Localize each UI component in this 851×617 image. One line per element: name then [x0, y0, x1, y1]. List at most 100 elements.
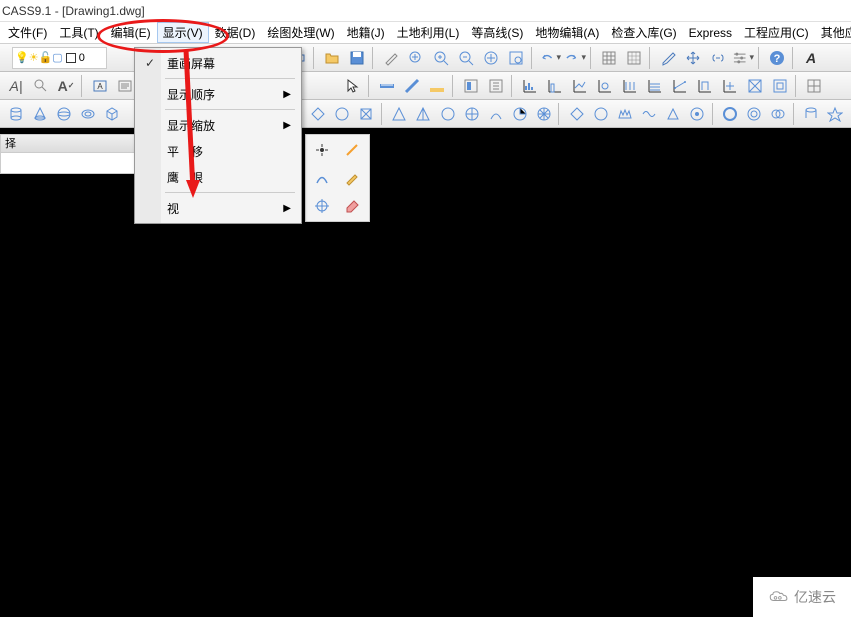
cylinder-icon[interactable] — [4, 102, 27, 126]
shape-diamond2-icon[interactable] — [565, 102, 588, 126]
dd-display-order-label: 显示顺序 — [167, 86, 215, 103]
shape-globe-icon[interactable] — [460, 102, 483, 126]
settings-icon[interactable]: ▾ — [731, 46, 755, 70]
shape-box-icon[interactable] — [355, 102, 378, 126]
dd-display-order[interactable]: 显示顺序 ▶ — [137, 81, 299, 107]
shape-ring-icon[interactable] — [331, 102, 354, 126]
ruler-h-icon[interactable] — [375, 74, 399, 98]
layer-swatch — [66, 53, 76, 63]
shape-wave-icon[interactable] — [638, 102, 661, 126]
shape-star-icon[interactable] — [824, 102, 847, 126]
chart5-icon[interactable] — [618, 74, 642, 98]
shape-circle3-icon[interactable] — [686, 102, 709, 126]
align-left-icon[interactable] — [459, 74, 483, 98]
dd-pan[interactable]: 平 移 — [137, 138, 299, 164]
menu-check-storage[interactable]: 检查入库(G) — [605, 22, 682, 43]
chart8-icon[interactable] — [693, 74, 717, 98]
menu-engineering[interactable]: 工程应用(C) — [738, 22, 815, 43]
pencil-icon[interactable] — [656, 46, 680, 70]
shape-triangle2-icon[interactable] — [412, 102, 435, 126]
ruler-angle-icon[interactable] — [400, 74, 424, 98]
shape-segment-icon[interactable] — [508, 102, 531, 126]
chart2-icon[interactable] — [543, 74, 567, 98]
menu-terrain-edit[interactable]: 地物编辑(A) — [529, 22, 605, 43]
chart7-icon[interactable] — [668, 74, 692, 98]
zoom-window-icon[interactable] — [504, 46, 528, 70]
menu-draw-process[interactable]: 绘图处理(W) — [261, 22, 340, 43]
text-style-icon[interactable]: A✓ — [54, 74, 78, 98]
menu-display[interactable]: 显示(V) — [157, 22, 209, 43]
ruler-v-icon[interactable] — [425, 74, 449, 98]
shape-circle2-icon[interactable] — [589, 102, 612, 126]
shape-triangle-icon[interactable] — [388, 102, 411, 126]
dd-redraw[interactable]: ✓ 重画屏幕 — [137, 50, 299, 76]
menu-tools[interactable]: 工具(T) — [53, 22, 104, 43]
zoom-out-icon[interactable] — [454, 46, 478, 70]
chart12-icon[interactable] — [802, 74, 826, 98]
drawing-area[interactable] — [373, 134, 851, 617]
point-tool-icon[interactable] — [308, 137, 336, 163]
zoom-add-icon[interactable] — [404, 46, 428, 70]
menu-cadastre[interactable]: 地籍(J) — [341, 22, 391, 43]
menu-other[interactable]: 其他应 — [815, 22, 851, 43]
layer-selector[interactable]: 💡 ☀ 🔓 ▢ 0 — [12, 47, 107, 69]
shape-delta-icon[interactable] — [662, 102, 685, 126]
sphere-icon[interactable] — [52, 102, 75, 126]
text-a-icon[interactable]: A — [799, 46, 823, 70]
chart9-icon[interactable] — [718, 74, 742, 98]
multiline-text-icon[interactable]: A — [88, 74, 112, 98]
chart1-icon[interactable] — [518, 74, 542, 98]
menu-data[interactable]: 数据(D) — [209, 22, 262, 43]
shape-ring3-icon[interactable] — [743, 102, 766, 126]
find-text-icon[interactable] — [29, 74, 53, 98]
left-panel-body[interactable] — [1, 153, 137, 173]
grid-icon[interactable] — [622, 46, 646, 70]
dd-display-zoom[interactable]: 显示缩放 ▶ — [137, 112, 299, 138]
shape-crown-icon[interactable] — [613, 102, 636, 126]
shape-ring2-icon[interactable] — [719, 102, 742, 126]
box-icon[interactable] — [100, 102, 123, 126]
shape-cylinder2-icon[interactable] — [800, 102, 823, 126]
open-icon[interactable] — [320, 46, 344, 70]
line-tool-icon[interactable] — [338, 137, 366, 163]
lock-icon: 🔓 — [39, 51, 53, 64]
chart11-icon[interactable] — [768, 74, 792, 98]
cone-icon[interactable] — [28, 102, 51, 126]
undo-icon[interactable]: ▾ — [538, 46, 562, 70]
torus-icon[interactable] — [76, 102, 99, 126]
shape-arc-icon[interactable] — [484, 102, 507, 126]
menu-contour[interactable]: 等高线(S) — [465, 22, 529, 43]
chart3-icon[interactable] — [568, 74, 592, 98]
crosshair-tool-icon[interactable] — [308, 193, 336, 219]
shape-circle-icon[interactable] — [436, 102, 459, 126]
menu-file[interactable]: 文件(F) — [2, 22, 53, 43]
pencil-tool-icon[interactable] — [338, 165, 366, 191]
shape-wheel-icon[interactable] — [532, 102, 555, 126]
zoom-in-icon[interactable] — [429, 46, 453, 70]
redo-icon[interactable]: ▾ — [563, 46, 587, 70]
menu-edit[interactable]: 编辑(E) — [105, 22, 157, 43]
chart4-icon[interactable] — [593, 74, 617, 98]
zoom-extents-icon[interactable] — [479, 46, 503, 70]
dd-redraw-label: 重画屏幕 — [167, 55, 215, 72]
help-icon[interactable]: ? — [765, 46, 789, 70]
link-icon[interactable] — [706, 46, 730, 70]
cursor-icon[interactable] — [341, 74, 365, 98]
menu-land-use[interactable]: 土地利用(L) — [391, 22, 466, 43]
move-icon[interactable] — [681, 46, 705, 70]
dd-view[interactable]: 视 ▶ — [137, 195, 299, 221]
curve-tool-icon[interactable] — [308, 165, 336, 191]
chart10-icon[interactable] — [743, 74, 767, 98]
title-bar: CASS9.1 - [Drawing1.dwg] — [0, 0, 851, 22]
table-icon[interactable] — [597, 46, 621, 70]
shape-ring4-icon[interactable] — [767, 102, 790, 126]
properties-icon[interactable] — [484, 74, 508, 98]
menu-express[interactable]: Express — [683, 24, 738, 42]
brush-icon[interactable] — [379, 46, 403, 70]
text-cursor-icon[interactable]: A| — [4, 74, 28, 98]
shape-diamond-icon[interactable] — [307, 102, 330, 126]
save-icon[interactable] — [345, 46, 369, 70]
chart6-icon[interactable] — [643, 74, 667, 98]
dd-eagle-eye[interactable]: 鹰 眼 — [137, 164, 299, 190]
erase-tool-icon[interactable] — [338, 193, 366, 219]
